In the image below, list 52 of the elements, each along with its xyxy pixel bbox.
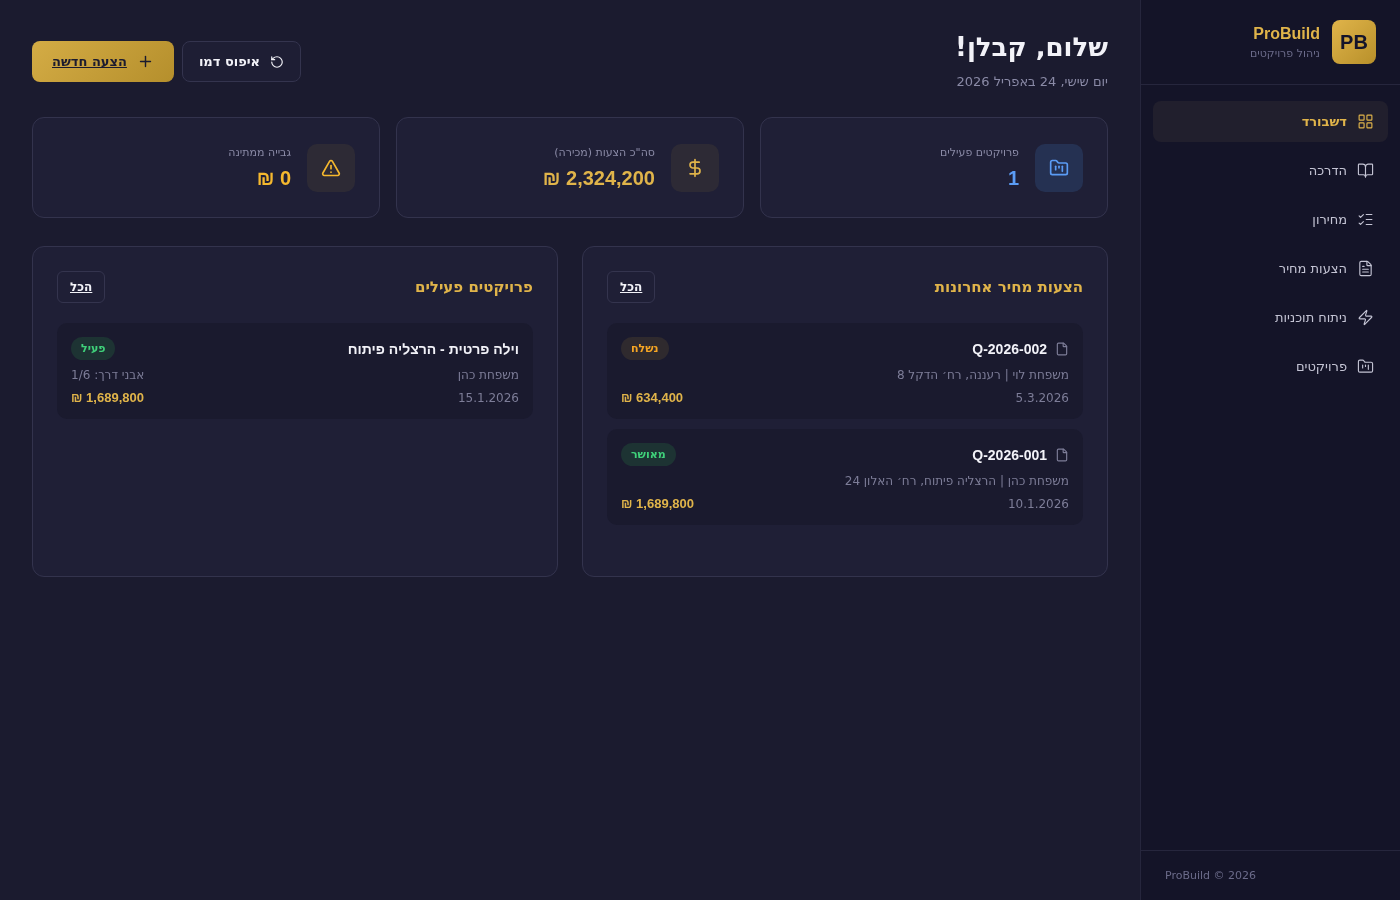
- item-title: Q-2026-002: [972, 340, 1047, 357]
- nav-item[interactable]: מחירון: [1153, 199, 1388, 240]
- item-title: וילה פרטית - הרצליה פיתוח: [347, 340, 519, 357]
- client-text: משפחת כהן | הרצליה פיתוח, רח׳ האלון 24: [844, 474, 1069, 488]
- stat-value: 2,324,200 ₪: [542, 166, 655, 190]
- footer-text: ProBuild © 2026: [1165, 869, 1257, 882]
- view-all-button[interactable]: הכל: [57, 271, 106, 303]
- nav-item[interactable]: פרויקטים: [1153, 346, 1388, 387]
- nav-item[interactable]: הצעות מחיר: [1153, 248, 1388, 289]
- status-badge: מאושר: [621, 443, 676, 466]
- folder-icon: [1035, 143, 1083, 192]
- status-badge: פעיל: [71, 337, 116, 360]
- stat-value: 1: [1006, 166, 1019, 190]
- page-title: שלום, קבלן!: [955, 32, 1108, 62]
- view-all-button[interactable]: הכל: [607, 271, 656, 303]
- amount-text: 1,689,800 ₪: [621, 496, 694, 511]
- nav-item[interactable]: הדרכה: [1153, 150, 1388, 191]
- nav-icon: [1357, 211, 1374, 228]
- nav-icon: [1357, 113, 1374, 130]
- date-text: יום שישי, 24 באפריל 2026: [955, 74, 1108, 89]
- stat-value: 0 ₪: [255, 166, 291, 190]
- document-icon: [1055, 447, 1069, 462]
- brand-name: ProBuild: [1252, 24, 1320, 43]
- stat-label: סה"כ הצעות (מכירה): [553, 145, 655, 159]
- reset-button[interactable]: איפוס דמו: [181, 41, 302, 82]
- warning-icon: [307, 143, 355, 192]
- amount-text: 1,689,800 ₪: [71, 390, 144, 405]
- status-badge: נשלח: [621, 337, 669, 360]
- item-title: Q-2026-001: [972, 446, 1047, 463]
- brand-tagline: ניהול פרויקטים: [1249, 46, 1320, 60]
- dollar-icon: [671, 143, 719, 192]
- logo: PB: [1332, 20, 1376, 64]
- date-text: 15.1.2026: [457, 390, 519, 405]
- panel-title: הצעות מחיר אחרונות: [934, 278, 1083, 296]
- client-text: משפחת לוי | רעננה, רח׳ הדקל 8: [896, 368, 1069, 382]
- nav-icon: [1357, 260, 1374, 277]
- document-icon: [1055, 341, 1069, 356]
- client-text: משפחת כהן: [457, 368, 519, 382]
- date-text: 5.3.2026: [1015, 390, 1069, 405]
- stat-label: גבייה ממתינה: [228, 145, 291, 159]
- new-quote-button[interactable]: הצעה חדשה: [32, 41, 174, 82]
- nav-icon: [1357, 358, 1374, 375]
- date-text: 10.1.2026: [1007, 496, 1069, 511]
- stat-label: פרויקטים פעילים: [940, 145, 1019, 159]
- amount-text: 634,400 ₪: [621, 390, 684, 405]
- nav-icon: [1357, 162, 1374, 179]
- nav-item[interactable]: ניתוח תוכניות: [1153, 297, 1388, 338]
- nav-item[interactable]: דשבורד: [1153, 101, 1388, 142]
- milestones-text: אבני דרך: 1/6: [71, 368, 145, 382]
- panel-title: פרויקטים פעילים: [415, 278, 533, 296]
- reset-icon: [270, 54, 285, 69]
- nav-icon: [1357, 309, 1374, 326]
